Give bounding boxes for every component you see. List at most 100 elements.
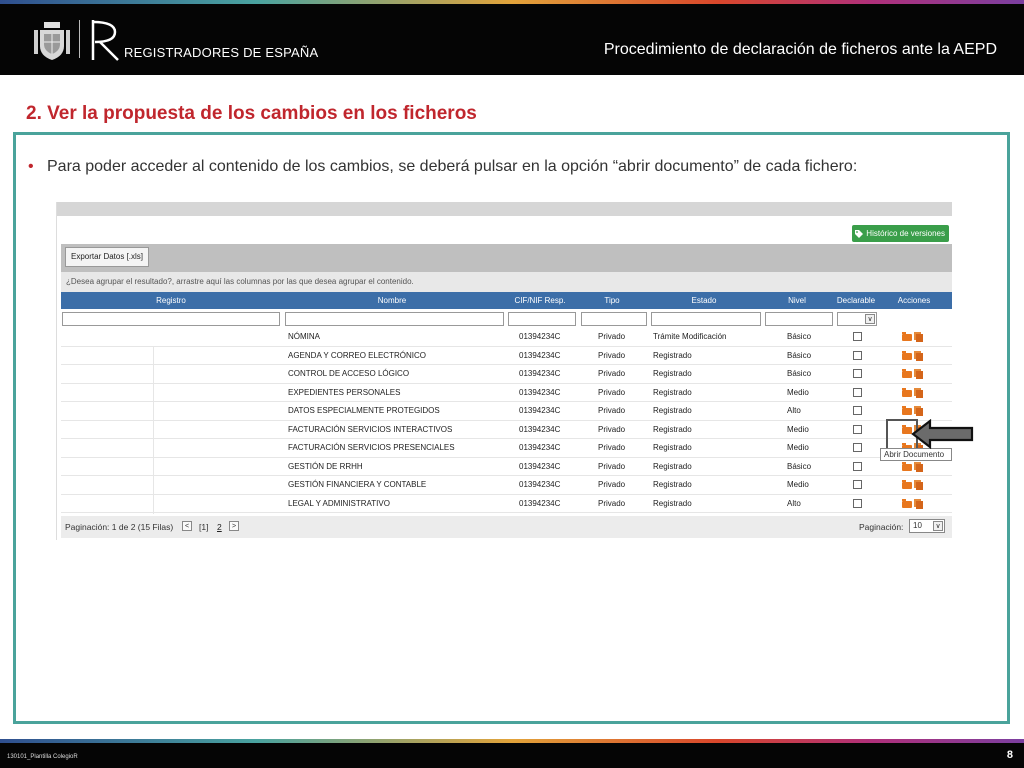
bullet-text: Para poder acceder al contenido de los c… xyxy=(47,158,858,175)
table-row[interactable]: AGENDA Y CORREO ELECTRÓNICO 01394234C Priv… xyxy=(61,347,952,365)
registradores-r-logo xyxy=(91,20,119,61)
export-xls-button[interactable]: Exportar Datos [.xls] xyxy=(65,247,150,267)
row-actions xyxy=(902,498,923,511)
declarable-checkbox[interactable] xyxy=(853,480,862,489)
open-document-folder-icon[interactable] xyxy=(902,350,912,360)
cell-tipo: Privado xyxy=(598,480,626,489)
row-actions xyxy=(902,461,923,474)
row-actions xyxy=(902,350,923,363)
cell-nivel: Básico xyxy=(787,461,812,471)
cell-tipo: Privado xyxy=(598,443,626,452)
cell-estado: Registrado xyxy=(653,406,692,415)
row-actions xyxy=(902,332,923,344)
filter-estado-input[interactable] xyxy=(651,312,761,326)
declarable-checkbox[interactable] xyxy=(853,387,862,397)
declarable-checkbox[interactable] xyxy=(853,369,862,378)
page-2-link[interactable]: 2 xyxy=(217,522,222,532)
page-size-select[interactable]: 10 ∨ xyxy=(909,519,945,533)
cell-estado: Registrado xyxy=(653,387,692,397)
open-document-folder-icon[interactable] xyxy=(902,387,912,397)
footer-bar: 130101_Plantilla ColegioR 8 xyxy=(0,743,1024,768)
declarable-checkbox[interactable] xyxy=(853,350,862,360)
column-header-cif[interactable]: CIF/NIF Resp. xyxy=(503,292,577,309)
documents-icon[interactable] xyxy=(914,350,923,361)
filter-cif-input[interactable] xyxy=(508,312,576,326)
cell-tipo: Privado xyxy=(598,350,626,360)
column-header-estado[interactable]: Estado xyxy=(647,292,761,309)
grid-toolbar: Exportar Datos [.xls] xyxy=(61,244,952,272)
filter-tipo-input[interactable] xyxy=(581,312,647,326)
table-row[interactable]: LEGAL Y ADMINISTRATIVO 01394234C Privado Re… xyxy=(61,495,952,513)
cell-tipo: Privado xyxy=(598,498,626,508)
cell-tipo: Privado xyxy=(598,387,626,397)
table-row[interactable]: CONTROL DE ACCESO LÓGICO 01394234C Privado… xyxy=(61,365,952,384)
table-row[interactable]: FACTURACIÓN SERVICIOS PRESENCIALES 013942… xyxy=(61,439,952,458)
cell-nombre: NÓMINA xyxy=(288,332,320,341)
bullet-marker: • xyxy=(28,158,34,175)
documents-icon[interactable] xyxy=(914,369,923,379)
declarable-checkbox[interactable] xyxy=(853,443,862,452)
cell-cif: 01394234C xyxy=(519,369,561,378)
filter-row: ∨ xyxy=(61,310,952,328)
cell-nombre: EXPEDIENTES PERSONALES xyxy=(288,387,401,397)
cell-cif: 01394234C xyxy=(519,443,561,452)
logo-text: REGISTRADORES DE ESPAÑA xyxy=(124,45,319,60)
cell-cif: 01394234C xyxy=(519,424,561,434)
cell-tipo: Privado xyxy=(598,424,626,434)
open-document-folder-icon[interactable] xyxy=(902,480,912,489)
cell-tipo: Privado xyxy=(598,369,626,378)
table-row[interactable]: NÓMINA 01394234C Privado Trámite Modificaci… xyxy=(61,328,952,347)
declarable-checkbox[interactable] xyxy=(853,406,862,415)
open-document-folder-icon[interactable] xyxy=(902,369,912,378)
cell-cif: 01394234C xyxy=(519,480,561,489)
cell-estado: Registrado xyxy=(653,424,692,434)
cell-nombre: GESTIÓN FINANCIERA Y CONTABLE xyxy=(288,480,427,489)
open-document-folder-icon[interactable] xyxy=(902,406,912,415)
documents-icon[interactable] xyxy=(914,387,923,398)
spain-crest-icon xyxy=(34,22,70,60)
page-size-label: Paginación: xyxy=(859,522,904,532)
cell-nivel: Básico xyxy=(787,369,812,378)
group-by-hint[interactable]: ¿Desea agrupar el resultado?, arrastre a… xyxy=(61,272,952,292)
filter-nivel-input[interactable] xyxy=(765,312,833,326)
declarable-checkbox[interactable] xyxy=(853,332,862,341)
open-document-tooltip: Abrir Documento xyxy=(880,448,952,461)
declarable-checkbox[interactable] xyxy=(853,498,862,508)
column-header-nombre[interactable]: Nombre xyxy=(281,292,503,309)
column-header-tipo[interactable]: Tipo xyxy=(577,292,647,309)
declarable-checkbox[interactable] xyxy=(853,424,862,434)
documents-icon[interactable] xyxy=(914,480,923,490)
cell-nombre: FACTURACIÓN SERVICIOS PRESENCIALES xyxy=(288,443,455,452)
cell-nivel: Medio xyxy=(787,480,809,489)
table-row[interactable]: GESTIÓN DE RRHH 01394234C Privado Registrad… xyxy=(61,458,952,476)
filter-nombre-input[interactable] xyxy=(285,312,504,326)
prev-page-button[interactable]: < xyxy=(182,521,192,531)
table-row[interactable]: DATOS ESPECIALMENTE PROTEGIDOS 01394234C P… xyxy=(61,402,952,421)
cell-estado: Registrado xyxy=(653,498,692,508)
table-row[interactable]: FACTURACIÓN SERVICIOS INTERACTIVOS 013942… xyxy=(61,421,952,439)
column-header-acciones[interactable]: Acciones xyxy=(879,292,949,309)
documents-icon[interactable] xyxy=(914,406,923,416)
documents-icon[interactable] xyxy=(914,498,923,509)
cell-estado: Registrado xyxy=(653,350,692,360)
cell-cif: 01394234C xyxy=(519,406,561,415)
cell-estado: Registrado xyxy=(653,369,692,378)
column-header-declarable[interactable]: Declarable xyxy=(833,292,879,309)
table-row[interactable]: GESTIÓN FINANCIERA Y CONTABLE 01394234C Pr… xyxy=(61,476,952,495)
filter-declarable-select[interactable]: ∨ xyxy=(837,312,877,326)
declarable-checkbox[interactable] xyxy=(853,461,862,471)
grid-body: NÓMINA 01394234C Privado Trámite Modificaci… xyxy=(61,328,952,513)
cell-estado: Trámite Modificación xyxy=(653,332,727,341)
open-document-folder-icon[interactable] xyxy=(902,332,912,341)
column-header-registro[interactable]: Registro xyxy=(61,292,281,309)
filter-registro-input[interactable] xyxy=(62,312,280,326)
documents-icon[interactable] xyxy=(914,332,923,342)
table-row[interactable]: EXPEDIENTES PERSONALES 01394234C Privado Re… xyxy=(61,384,952,402)
documents-icon[interactable] xyxy=(914,461,923,472)
column-header-nivel[interactable]: Nivel xyxy=(761,292,833,309)
cell-nivel: Básico xyxy=(787,350,812,360)
open-document-folder-icon[interactable] xyxy=(902,461,912,471)
open-document-folder-icon[interactable] xyxy=(902,498,912,508)
history-versions-button[interactable]: Histórico de versiones xyxy=(852,225,949,242)
next-page-button[interactable]: > xyxy=(229,521,239,531)
